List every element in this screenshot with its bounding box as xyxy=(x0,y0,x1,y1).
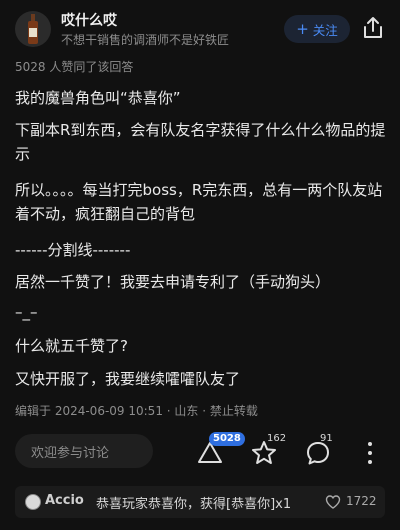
edit-meta: 编辑于 2024-06-09 10:51 · 山东 · 禁止转载 xyxy=(15,404,258,418)
author-name[interactable]: 哎什么哎 xyxy=(61,10,117,30)
answer-paragraph: 又快开服了，我要继续嚯嚯队友了 xyxy=(15,370,241,388)
author-bio: 不想干销售的调酒师不是好铁匠 xyxy=(61,33,230,47)
bottle-icon xyxy=(28,14,38,44)
author-avatar[interactable] xyxy=(15,11,51,47)
follow-button[interactable]: + 关注 xyxy=(284,15,350,43)
comment-count: 91 xyxy=(320,433,333,444)
answer-paragraph: 居然一千赞了！我要去申请专利了（手动狗头） xyxy=(15,273,331,291)
answer-paragraph: ------分割线------- xyxy=(15,241,131,259)
comment-like-count: 1722 xyxy=(346,494,377,508)
top-comment-preview[interactable]: Accio 恭喜玩家恭喜你，获得[恭喜你]x1 1722 xyxy=(15,486,385,518)
answer-paragraph: –_– xyxy=(15,303,38,321)
heart-icon[interactable] xyxy=(325,494,341,510)
follow-label: 关注 xyxy=(312,22,338,38)
comment-author: Accio xyxy=(45,493,84,508)
answer-header: 哎什么哎 不想干销售的调酒师不是好铁匠 + 关注 xyxy=(0,0,400,56)
comment-avatar xyxy=(25,494,41,510)
answer-paragraph: 我的魔兽角色叫“恭喜你” xyxy=(15,89,181,107)
more-icon[interactable] xyxy=(357,440,383,466)
share-icon[interactable] xyxy=(362,16,384,40)
agree-count-text: 5028 人赞同了该回答 xyxy=(15,60,134,74)
answer-paragraph: 所以。。。。每当打完boss，R完东西，总有一两个队友站着不动，疯狂翻自己的背包 xyxy=(15,181,383,223)
answer-paragraph: 什么就五千赞了? xyxy=(15,337,128,355)
favorite-count: 162 xyxy=(267,433,287,444)
comment-text: 恭喜玩家恭喜你，获得[恭喜你]x1 xyxy=(96,497,292,512)
answer-paragraph: 下副本R到东西，会有队友名字获得了什么什么物品的提示 xyxy=(15,121,386,163)
upvote-count-badge: 5028 xyxy=(209,432,245,446)
comment-input[interactable]: 欢迎参与讨论 xyxy=(15,434,153,468)
plus-icon: + xyxy=(296,19,309,38)
